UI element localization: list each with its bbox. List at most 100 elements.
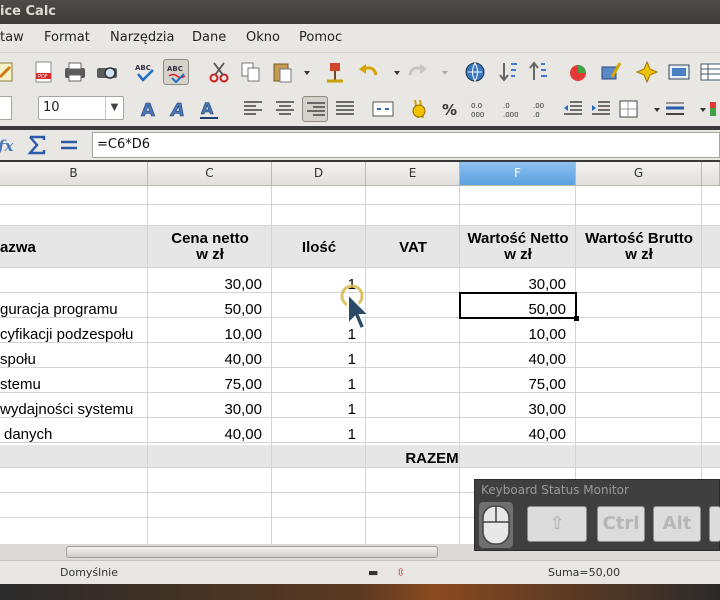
header-vat: VAT: [399, 239, 427, 256]
row-name: danych: [4, 426, 53, 443]
sum-icon[interactable]: [24, 132, 50, 158]
column-header-e[interactable]: E: [366, 162, 460, 186]
menu-data[interactable]: Dane: [192, 30, 226, 45]
clone-formatting-icon[interactable]: [322, 59, 348, 85]
menu-insert[interactable]: taw: [0, 30, 24, 45]
row-net-value: 40,00: [528, 426, 566, 443]
column-header-c[interactable]: C: [148, 162, 272, 186]
header-net-value: Wartość Netto w zł: [467, 230, 569, 263]
spellcheck-icon[interactable]: ABC: [132, 59, 158, 85]
row-name: wydajności systemu: [0, 401, 134, 418]
column-header-g[interactable]: G: [576, 162, 702, 186]
line-style-icon[interactable]: [662, 96, 688, 122]
print-icon[interactable]: [62, 59, 88, 85]
borders-icon[interactable]: [616, 96, 642, 122]
underline-a-icon[interactable]: A: [196, 96, 222, 122]
paste-dropdown-icon[interactable]: [294, 59, 310, 85]
borders-dropdown-icon[interactable]: [644, 96, 660, 122]
formula-input[interactable]: =C6*D6: [92, 132, 720, 158]
svg-text:0.0: 0.0: [471, 102, 482, 110]
add-decimal-icon[interactable]: .0.000: [500, 96, 526, 122]
row-price: 10,00: [224, 326, 262, 343]
bold-a-icon[interactable]: A: [136, 96, 162, 122]
header-gross-value: Wartość Brutto w zł: [585, 230, 693, 263]
print-preview-icon[interactable]: [94, 59, 120, 85]
total-label: RAZEM: [405, 450, 459, 467]
page-style[interactable]: Domyślnie: [60, 566, 118, 579]
menu-tools[interactable]: Narzędzia: [110, 30, 175, 45]
row-net-value: 75,00: [528, 376, 566, 393]
justify-icon[interactable]: [332, 96, 358, 122]
menu-bar: taw Format Narzędzia Dane Okno Pomoc: [0, 24, 720, 52]
row-quantity: 1: [347, 351, 356, 368]
row-name: stemu: [0, 376, 41, 393]
active-cell[interactable]: [459, 292, 579, 321]
percent-icon[interactable]: %: [438, 96, 464, 122]
font-size-box[interactable]: 10 ▼: [38, 96, 124, 120]
decrease-indent-icon[interactable]: [560, 96, 586, 122]
header-quantity: Ilość: [301, 239, 337, 256]
formula-bar: fx =C6*D6: [0, 130, 720, 160]
data-sources-icon[interactable]: [698, 59, 720, 85]
delete-decimal-icon[interactable]: .00.0: [530, 96, 556, 122]
row-quantity: 1: [347, 401, 356, 418]
svg-text:A: A: [141, 100, 155, 121]
function-wizard-icon[interactable]: fx: [0, 132, 20, 158]
edit-file-icon[interactable]: [0, 59, 18, 85]
desktop-background-strip: [0, 584, 720, 600]
scrollbar-thumb[interactable]: [66, 546, 438, 558]
align-right-icon[interactable]: [302, 96, 328, 122]
row-name: społu: [0, 351, 36, 368]
selection-mode-icon[interactable]: ▬: [368, 566, 378, 579]
column-header-b[interactable]: B: [0, 162, 148, 186]
selection-sum: Suma=50,00: [548, 566, 621, 579]
background-color-icon[interactable]: [708, 96, 720, 122]
undo-icon[interactable]: [356, 59, 382, 85]
undo-dropdown-icon[interactable]: [384, 59, 400, 85]
align-center-icon[interactable]: [272, 96, 298, 122]
total-row-shading: [0, 445, 720, 468]
hyperlink-icon[interactable]: [462, 59, 488, 85]
export-pdf-icon[interactable]: PDF: [30, 59, 56, 85]
gallery-icon[interactable]: [666, 59, 692, 85]
mouse-icon: [479, 502, 513, 548]
align-left-icon[interactable]: [240, 96, 266, 122]
column-header-f[interactable]: F: [460, 162, 576, 186]
merge-cells-icon[interactable]: [370, 96, 396, 122]
font-size-dropdown-icon[interactable]: ▼: [105, 97, 123, 119]
font-name-box[interactable]: [0, 96, 12, 120]
copy-icon[interactable]: [238, 59, 264, 85]
currency-icon[interactable]: [406, 96, 432, 122]
menu-window[interactable]: Okno: [246, 30, 280, 45]
paste-icon[interactable]: [270, 59, 296, 85]
svg-text:.0: .0: [533, 111, 540, 119]
alt-key-indicator: Alt: [653, 506, 701, 542]
italic-a-icon[interactable]: A: [166, 96, 192, 122]
menu-format[interactable]: Format: [44, 30, 90, 45]
function-equals-icon[interactable]: [56, 132, 82, 158]
standard-format-icon[interactable]: 0.0 000: [468, 96, 494, 122]
svg-text:A: A: [169, 100, 185, 121]
mouse-pointer-icon: [340, 284, 370, 331]
row-price: 40,00: [224, 426, 262, 443]
sort-ascending-icon[interactable]: [496, 59, 522, 85]
autospellcheck-icon[interactable]: ABC: [163, 59, 189, 85]
line-style-dropdown-icon[interactable]: [690, 96, 706, 122]
increase-indent-icon[interactable]: [588, 96, 614, 122]
column-header-d[interactable]: D: [272, 162, 366, 186]
chart-icon[interactable]: [566, 59, 592, 85]
sort-descending-icon[interactable]: [526, 59, 552, 85]
row-price: 30,00: [224, 276, 262, 293]
document-modified-icon: ⇳: [396, 566, 406, 579]
fill-handle[interactable]: [574, 316, 579, 321]
header-name: azwa: [0, 239, 36, 256]
row-price: 75,00: [224, 376, 262, 393]
navigator-icon[interactable]: [634, 59, 660, 85]
column-header-h[interactable]: [702, 162, 720, 186]
svg-text:.0: .0: [503, 102, 510, 110]
keyboard-status-monitor: Keyboard Status Monitor ⇧ Ctrl Alt: [474, 479, 720, 551]
cut-icon[interactable]: [206, 59, 232, 85]
svg-text:ABC: ABC: [135, 64, 151, 72]
menu-help[interactable]: Pomoc: [299, 30, 342, 45]
draw-functions-icon[interactable]: [598, 59, 624, 85]
